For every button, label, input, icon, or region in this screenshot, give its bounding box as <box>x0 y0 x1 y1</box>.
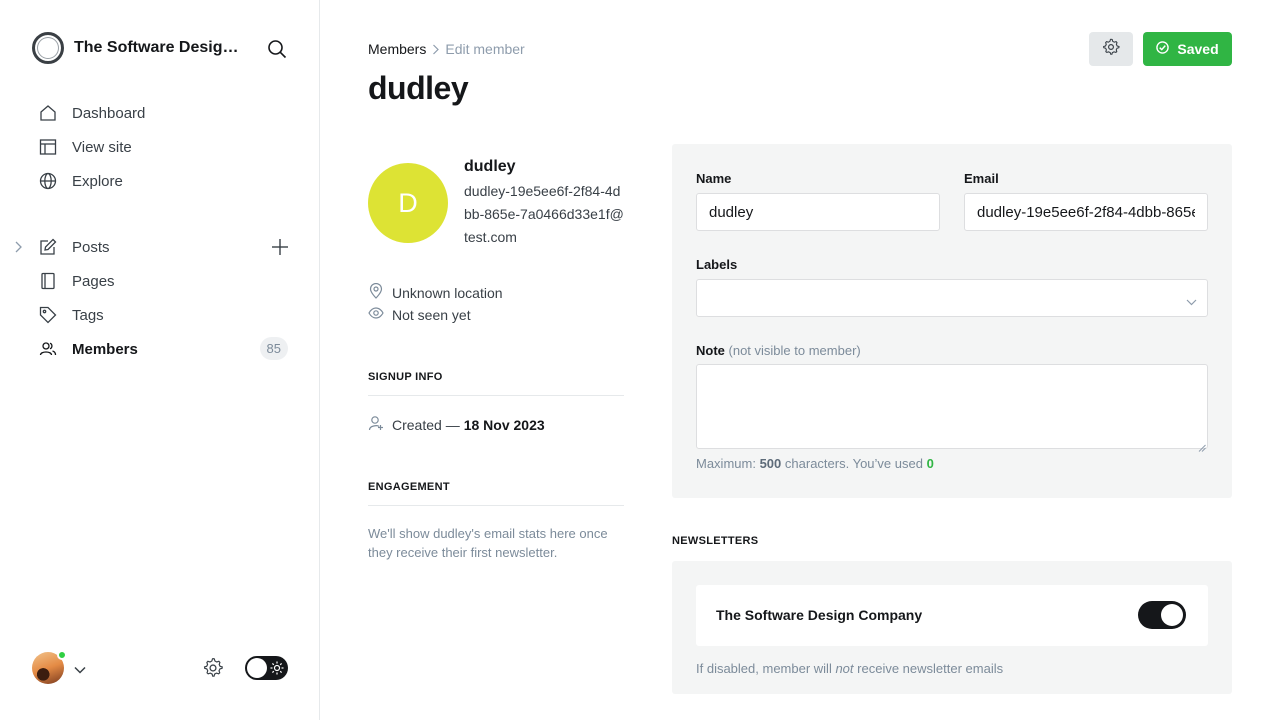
labels-select[interactable] <box>696 279 1208 317</box>
user-add-icon <box>368 415 392 434</box>
member-form: Name Email Labels Note (not visible to m… <box>672 144 1232 498</box>
member-avatar: D <box>368 163 448 243</box>
location-pin-icon <box>368 282 392 302</box>
hint-prefix: Maximum: <box>696 456 756 471</box>
hint-used: 0 <box>926 456 934 471</box>
chevron-down-icon[interactable] <box>74 661 86 679</box>
sidebar-item-label: Members <box>72 340 138 358</box>
eye-icon <box>368 305 392 324</box>
sidebar-item-label: Pages <box>72 272 115 290</box>
note-sublabel: (not visible to member) <box>728 343 861 358</box>
online-status-dot <box>57 650 67 660</box>
sidebar-item-posts[interactable]: Posts <box>15 230 292 264</box>
last-seen-text: Not seen yet <box>392 306 471 323</box>
breadcrumb-current: Edit member <box>445 41 525 57</box>
gear-icon <box>1102 38 1120 61</box>
name-field[interactable] <box>696 193 940 231</box>
sidebar-item-explore[interactable]: Explore <box>32 164 292 198</box>
hint-mid: characters. You’ve used <box>784 456 923 471</box>
created-date: 18 Nov 2023 <box>463 416 545 433</box>
engagement-heading: ENGAGEMENT <box>368 481 624 506</box>
note-char-hint: Maximum: 500 characters. You’ve used 0 <box>696 456 934 471</box>
members-count-badge: 85 <box>259 337 288 360</box>
gear-icon[interactable] <box>202 657 224 684</box>
chevron-right-icon[interactable] <box>14 240 22 258</box>
page-title: dudley <box>368 70 469 106</box>
created-label: Created — <box>392 416 460 433</box>
member-location: Unknown location <box>368 282 503 302</box>
saved-button-label: Saved <box>1177 41 1219 57</box>
globe-icon <box>38 171 58 191</box>
sidebar-item-label: Dashboard <box>72 104 146 122</box>
sidebar-item-view-site[interactable]: View site <box>32 130 292 164</box>
check-circle-icon <box>1156 41 1177 57</box>
page-icon <box>38 271 58 291</box>
hint-before: If disabled, member will <box>696 661 832 676</box>
sidebar: The Software Design ... Dashboard View s… <box>0 0 320 720</box>
newsletter-hint: If disabled, member will not receive new… <box>696 661 1003 676</box>
note-label: Note (not visible to member) <box>696 343 861 358</box>
newsletters-heading: NEWSLETTERS <box>672 535 759 547</box>
brand[interactable]: The Software Design ... <box>32 32 246 64</box>
chevron-right-icon <box>432 44 440 55</box>
hint-max: 500 <box>759 456 782 471</box>
hint-emphasis: not <box>835 661 854 676</box>
content-nav: Posts Pages Tags Members 85 <box>15 230 292 366</box>
toggle-knob <box>247 658 267 678</box>
sidebar-item-label: Tags <box>72 306 104 324</box>
sidebar-item-label: Explore <box>72 172 123 190</box>
newsletter-name: The Software Design Company <box>716 607 923 623</box>
sidebar-item-pages[interactable]: Pages <box>32 264 292 298</box>
theme-toggle[interactable] <box>245 656 288 680</box>
email-label: Email <box>964 171 999 186</box>
newsletters-card: The Software Design Company If disabled,… <box>672 561 1232 694</box>
home-icon <box>38 103 58 123</box>
name-label: Name <box>696 171 732 186</box>
site-title: The Software Design ... <box>74 39 246 56</box>
signup-created: Created — 18 Nov 2023 <box>368 415 545 434</box>
hint-after: receive newsletter emails <box>857 661 1004 676</box>
resize-handle-icon[interactable] <box>1198 439 1206 457</box>
labels-label: Labels <box>696 257 738 272</box>
search-icon[interactable] <box>264 36 290 62</box>
signup-info-heading: SIGNUP INFO <box>368 371 624 396</box>
pencil-icon <box>38 237 58 257</box>
primary-nav: Dashboard View site Explore <box>32 96 292 198</box>
member-name: dudley <box>464 158 516 175</box>
chevron-down-icon <box>1186 293 1197 311</box>
engagement-text: We'll show dudley's email stats here onc… <box>368 526 608 560</box>
member-last-seen: Not seen yet <box>368 305 471 324</box>
breadcrumb: Members Edit member <box>368 41 525 57</box>
note-label-text: Note <box>696 343 725 358</box>
layout-icon <box>38 137 58 157</box>
saved-button[interactable]: Saved <box>1143 32 1232 66</box>
note-textarea[interactable] <box>696 364 1208 449</box>
location-text: Unknown location <box>392 284 503 301</box>
site-logo <box>32 32 64 64</box>
newsletter-subscription-toggle[interactable] <box>1138 601 1186 629</box>
toggle-knob <box>1161 604 1183 626</box>
members-icon <box>38 339 58 359</box>
sidebar-item-label: Posts <box>72 238 110 256</box>
tag-icon <box>38 305 58 325</box>
sidebar-item-dashboard[interactable]: Dashboard <box>32 96 292 130</box>
sidebar-item-members[interactable]: Members 85 <box>32 332 292 366</box>
sidebar-footer <box>32 650 288 686</box>
plus-icon[interactable] <box>270 237 290 257</box>
breadcrumb-members-link[interactable]: Members <box>368 41 426 57</box>
sidebar-item-label: View site <box>72 138 132 156</box>
member-settings-button[interactable] <box>1089 32 1133 66</box>
newsletter-row: The Software Design Company <box>696 585 1208 646</box>
email-field[interactable] <box>964 193 1208 231</box>
member-email: dudley-19e5ee6f-2f84-4dbb-865e-7a0466d33… <box>464 183 624 245</box>
sidebar-item-tags[interactable]: Tags <box>32 298 292 332</box>
sun-icon <box>270 661 284 680</box>
